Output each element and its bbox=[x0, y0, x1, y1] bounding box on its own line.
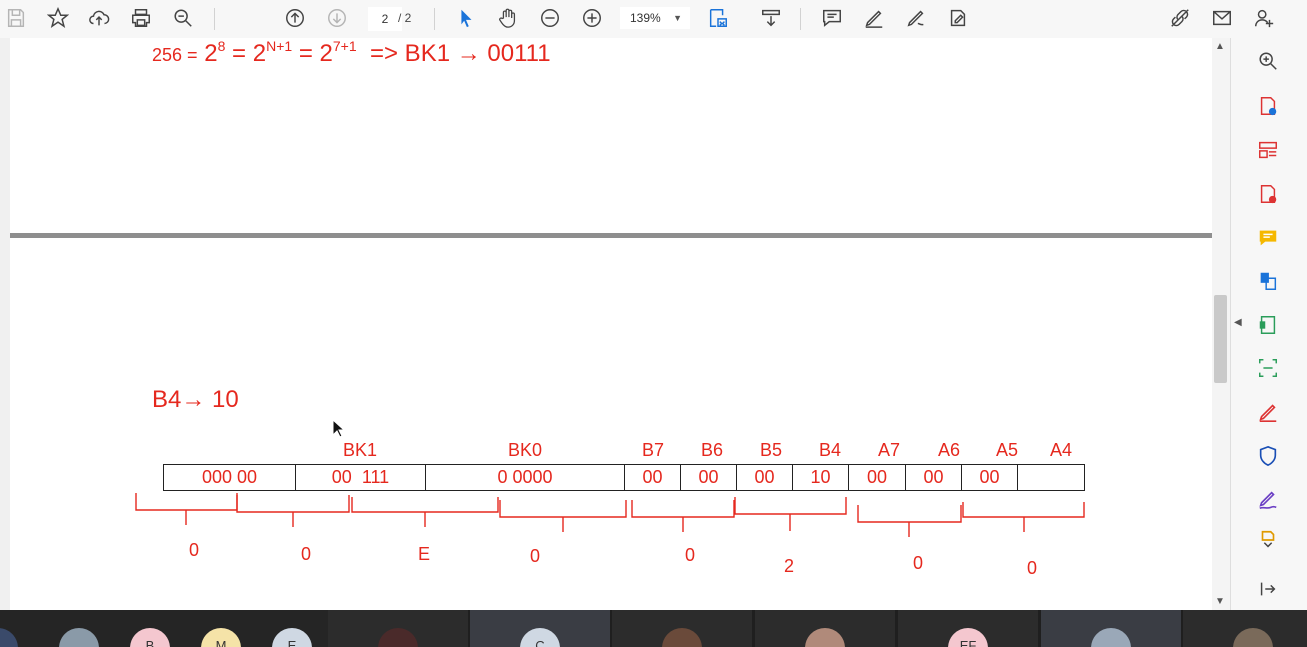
hex-digit: 0 bbox=[301, 544, 312, 564]
register-cell: 00 bbox=[906, 464, 962, 491]
avatar bbox=[0, 628, 18, 647]
cloud-upload-icon[interactable] bbox=[85, 5, 113, 31]
register-cell: 00 bbox=[849, 464, 906, 491]
register-cell-end bbox=[1018, 464, 1085, 491]
save-icon[interactable] bbox=[2, 5, 30, 31]
avatar: C bbox=[520, 628, 560, 647]
scan-ocr-icon[interactable] bbox=[1255, 356, 1281, 380]
edit-pdf-icon[interactable] bbox=[1255, 313, 1281, 337]
more-tools-icon[interactable] bbox=[1255, 528, 1281, 552]
avatar bbox=[378, 628, 418, 647]
register-cell: 00 111 bbox=[296, 464, 426, 491]
left-gutter bbox=[0, 38, 10, 610]
register-header: BK1 bbox=[343, 440, 378, 460]
register-cell: 00 bbox=[962, 464, 1018, 491]
signature-icon[interactable] bbox=[1255, 488, 1281, 512]
page-up-icon[interactable] bbox=[281, 5, 309, 31]
comment-icon[interactable] bbox=[818, 5, 846, 31]
participant-tile[interactable] bbox=[328, 610, 468, 647]
avatar bbox=[1091, 628, 1131, 647]
zoom-icon[interactable] bbox=[1255, 49, 1281, 73]
register-cell: 00 bbox=[681, 464, 737, 491]
document-page[interactable] bbox=[10, 38, 1212, 610]
hex-digit: 0 bbox=[530, 546, 541, 566]
chevron-down-icon: ▼ bbox=[673, 13, 682, 23]
hex-digit: 0 bbox=[913, 553, 924, 573]
hand-tool-icon[interactable] bbox=[494, 5, 522, 31]
avatar: EF bbox=[948, 628, 988, 647]
hex-digit: 0 bbox=[685, 545, 696, 565]
avatar bbox=[662, 628, 702, 647]
avatar bbox=[59, 628, 99, 647]
register-cell: 00 bbox=[737, 464, 793, 491]
fill-sign-icon[interactable] bbox=[944, 5, 972, 31]
register-header: B5 bbox=[760, 440, 783, 460]
register-header: A7 bbox=[878, 440, 901, 460]
participant-tile-group[interactable]: B M E bbox=[0, 610, 328, 647]
star-icon[interactable] bbox=[44, 5, 72, 31]
register-header: B6 bbox=[701, 440, 724, 460]
register-header: A5 bbox=[996, 440, 1019, 460]
zoom-level-value: 139% bbox=[630, 11, 661, 25]
hex-digit: 0 bbox=[189, 540, 200, 560]
expand-panel-icon[interactable]: ◀ bbox=[1234, 317, 1242, 328]
zoom-out-icon[interactable] bbox=[536, 5, 564, 31]
fill-sign-icon[interactable] bbox=[1255, 400, 1281, 424]
search-zoom-icon[interactable] bbox=[169, 5, 197, 31]
b4-note: B4→ 10 bbox=[152, 386, 239, 413]
avatar bbox=[1233, 628, 1273, 647]
formula-line: 256 = 28 = 2N+1 = 27+1 => BK1 → 00111 bbox=[152, 38, 551, 67]
register-header: A4 bbox=[1050, 440, 1073, 460]
email-icon[interactable] bbox=[1208, 5, 1236, 31]
participant-tile[interactable] bbox=[612, 610, 752, 647]
hex-digit: E bbox=[418, 544, 431, 564]
avatar: B bbox=[130, 628, 170, 647]
register-header: B4 bbox=[819, 440, 842, 460]
combine-files-icon[interactable] bbox=[1255, 269, 1281, 293]
scroll-mode-icon[interactable] bbox=[757, 5, 785, 31]
create-pdf-icon[interactable] bbox=[1255, 182, 1281, 206]
select-cursor-icon[interactable] bbox=[452, 5, 480, 31]
sign-icon[interactable] bbox=[902, 5, 930, 31]
avatar: E bbox=[272, 628, 312, 647]
print-icon[interactable] bbox=[127, 5, 155, 31]
add-user-icon[interactable] bbox=[1250, 5, 1278, 31]
protect-icon[interactable] bbox=[1255, 444, 1281, 468]
zoom-level-select[interactable]: 139% ▼ bbox=[620, 7, 690, 29]
toolbar: / 2 139% ▼ bbox=[0, 0, 1307, 39]
participant-tile[interactable]: EF bbox=[898, 610, 1038, 647]
register-cell: 000 00 bbox=[163, 464, 296, 491]
register-header: BK0 bbox=[508, 440, 543, 460]
hex-digit: 2 bbox=[784, 556, 795, 576]
participant-tile[interactable]: C bbox=[470, 610, 610, 647]
participant-tile[interactable] bbox=[755, 610, 895, 647]
register-cell: 00 bbox=[625, 464, 681, 491]
scroll-down-icon[interactable]: ▼ bbox=[1215, 596, 1225, 607]
avatar bbox=[805, 628, 845, 647]
comment-bubble-icon[interactable] bbox=[1255, 226, 1281, 250]
mouse-pointer-icon bbox=[332, 419, 346, 438]
register-header: B7 bbox=[642, 440, 665, 460]
participant-tile[interactable] bbox=[1183, 610, 1307, 647]
register-header: A6 bbox=[938, 440, 961, 460]
hex-digit: 0 bbox=[1027, 558, 1038, 578]
register-cell: 10 bbox=[793, 464, 849, 491]
share-link-icon[interactable] bbox=[1166, 5, 1194, 31]
register-cell: 0 0000 bbox=[426, 464, 625, 491]
highlight-pen-icon[interactable] bbox=[860, 5, 888, 31]
page-total-label: / 2 bbox=[398, 11, 412, 25]
export-pdf-icon[interactable] bbox=[1255, 94, 1281, 118]
zoom-in-icon[interactable] bbox=[578, 5, 606, 31]
avatar: M bbox=[201, 628, 241, 647]
page-divider bbox=[10, 233, 1212, 238]
page-down-icon[interactable] bbox=[323, 5, 351, 31]
scrollbar-thumb[interactable] bbox=[1214, 295, 1227, 383]
collapse-panel-icon[interactable] bbox=[1255, 577, 1281, 601]
page-number-input[interactable] bbox=[368, 7, 402, 31]
organize-pages-icon[interactable] bbox=[1255, 138, 1281, 162]
participant-tile[interactable] bbox=[1041, 610, 1181, 647]
scroll-up-icon[interactable]: ▲ bbox=[1215, 41, 1225, 52]
fit-page-icon[interactable] bbox=[704, 5, 732, 31]
